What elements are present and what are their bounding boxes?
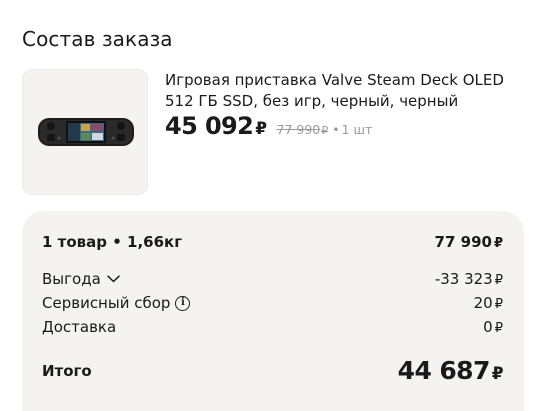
delivery-row: Доставка 0 ₽ xyxy=(42,318,503,336)
product-image[interactable] xyxy=(22,69,148,195)
goods-row: 1 товар • 1,66кг 77 990 ₽ xyxy=(42,233,503,251)
quantity: 1 шт xyxy=(341,122,373,137)
product-title[interactable]: Игровая приставка Valve Steam Deck OLED … xyxy=(165,70,525,112)
service-fee-label: Сервисный сбор xyxy=(42,294,171,312)
product-price-row: 45 092 ₽ 77 990₽ • 1 шт xyxy=(165,112,372,144)
current-price: 45 092 ₽ xyxy=(165,112,267,140)
discount-row[interactable]: Выгода -33 323 ₽ xyxy=(42,270,503,288)
service-fee-value: 20 ₽ xyxy=(473,294,503,312)
chevron-down-icon[interactable] xyxy=(107,275,120,283)
order-section-title: Состав заказа xyxy=(22,27,173,51)
steam-deck-image xyxy=(38,118,134,146)
discount-label: Выгода xyxy=(42,270,101,288)
dot-separator: • xyxy=(332,122,340,137)
service-fee-row: Сервисный сбор i 20 ₽ xyxy=(42,294,503,312)
goods-value: 77 990 ₽ xyxy=(434,233,503,251)
total-value: 44 687 ₽ xyxy=(397,356,504,385)
order-summary-panel: 1 товар • 1,66кг 77 990 ₽ Выгода -33 323 ₽… xyxy=(22,211,524,411)
goods-label: 1 товар • 1,66кг xyxy=(42,233,183,251)
discount-value: -33 323 ₽ xyxy=(434,270,503,288)
delivery-value: 0 ₽ xyxy=(483,318,503,336)
total-row: Итого 44 687 ₽ xyxy=(42,356,504,385)
delivery-label: Доставка xyxy=(42,318,117,336)
old-price: 77 990₽ xyxy=(276,122,329,137)
total-label: Итого xyxy=(42,361,92,380)
info-icon[interactable]: i xyxy=(175,295,191,311)
